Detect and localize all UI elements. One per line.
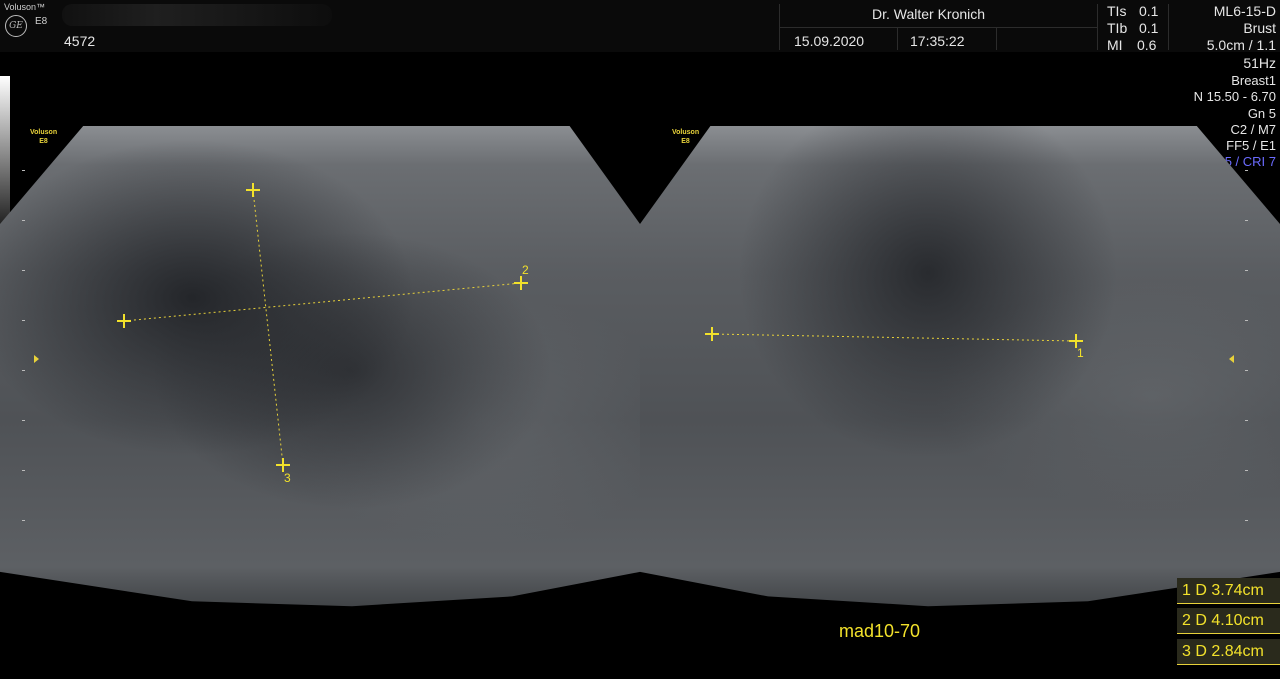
- ge-logo-icon: GE: [5, 15, 27, 37]
- focus-marker-left: [34, 355, 39, 363]
- doctor-name: Dr. Walter Kronich: [872, 6, 986, 22]
- scan-image-left[interactable]: [0, 126, 640, 616]
- probe-name: ML6-15-D: [1213, 3, 1276, 19]
- tib-value: 0.1: [1139, 20, 1159, 36]
- model-label: E8: [35, 16, 48, 27]
- mi-label: MI: [1107, 37, 1123, 53]
- exam-time: 17:35:22: [910, 33, 965, 49]
- depth-value: 5.0cm / 1.1: [1206, 37, 1276, 53]
- info-bar: Voluson™ GE E8 4572 Dr. Walter Kronich 1…: [0, 0, 1280, 53]
- image-annotation: mad10-70: [839, 621, 921, 641]
- scan-logo-left: Voluson E8: [30, 129, 58, 145]
- divider: [1168, 4, 1169, 50]
- divider: [996, 28, 997, 50]
- focus-marker-right: [1229, 355, 1234, 363]
- divider: [897, 28, 898, 50]
- scan-logo-right: Voluson E8: [672, 129, 700, 145]
- measurement-2: 2 D 4.10cm: [1177, 608, 1280, 634]
- divider: [780, 27, 1098, 28]
- brand-label: Voluson™: [4, 2, 46, 12]
- depth-scale-right: [1245, 170, 1249, 530]
- tis-label: TIs: [1107, 3, 1127, 19]
- frequency: N 15.50 - 6.70: [1193, 89, 1276, 104]
- tis-value: 0.1: [1139, 3, 1159, 19]
- depth-scale-left: [22, 170, 26, 530]
- preset-name: Brust: [1243, 20, 1276, 36]
- tib-label: TIb: [1107, 20, 1128, 36]
- measurement-1: 1 D 3.74cm: [1177, 578, 1280, 604]
- measurement-3: 3 D 2.84cm: [1177, 639, 1280, 665]
- scan-image-right[interactable]: [640, 126, 1280, 616]
- exam-date: 15.09.2020: [794, 33, 865, 49]
- mi-value: 0.6: [1137, 37, 1157, 53]
- patient-id: 4572: [64, 33, 96, 49]
- program-name: Breast1: [1231, 73, 1276, 88]
- frame-rate: 51Hz: [1243, 55, 1276, 71]
- divider: [1097, 4, 1098, 50]
- gain: Gn 5: [1247, 106, 1276, 121]
- redacted-patient-name: [62, 4, 332, 26]
